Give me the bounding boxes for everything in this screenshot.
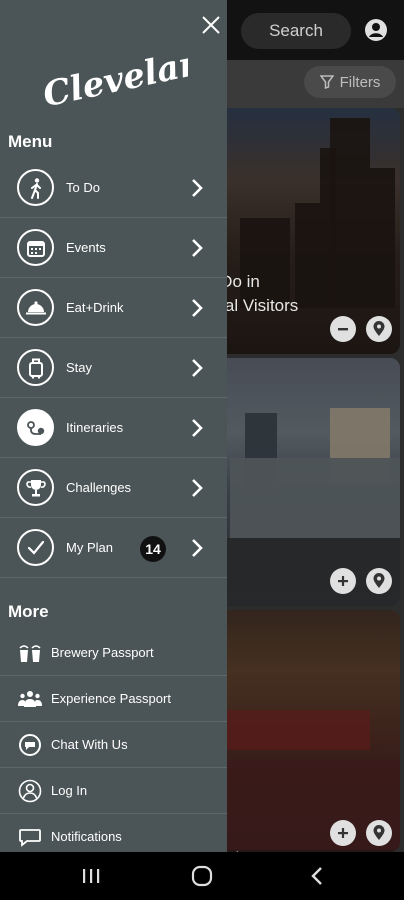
more-item-label: Experience Passport [51,691,171,706]
more-item-label: Notifications [51,829,122,844]
filters-label: Filters [339,73,381,91]
navigation-drawer: Cleveland Menu To Do Events Eat+Drink St… [0,0,227,852]
system-nav-bar [0,852,404,900]
search-label: Search [269,21,323,40]
plus-icon [338,576,348,586]
listing-card[interactable] [200,610,400,852]
menu-section-title: Menu [8,132,53,151]
map-pin-icon [373,573,385,588]
menu-item-challenges[interactable]: Challenges [0,458,227,518]
notification-icon [17,824,43,850]
chat-icon [17,732,43,758]
menu-item-events[interactable]: Events [0,218,227,278]
more-item-experience-passport[interactable]: Experience Passport [0,676,227,722]
cleveland-logo: Cleveland [40,40,188,110]
menu-item-itineraries[interactable]: Itineraries [0,398,227,458]
beer-icon [17,640,43,666]
people-icon [17,686,43,712]
back-icon[interactable] [306,864,330,888]
user-icon [17,778,43,804]
menu-item-label: My Plan [66,540,113,555]
profile-icon[interactable] [364,18,388,42]
remove-from-plan-button[interactable] [330,316,356,342]
more-item-chat-with-us[interactable]: Chat With Us [0,722,227,768]
menu-item-label: Eat+Drink [66,300,124,315]
menu-item-label: Itineraries [66,420,124,435]
trophy-icon [17,469,54,506]
home-icon[interactable] [190,864,214,888]
menu-item-label: Challenges [66,480,132,495]
menu-item-my-plan[interactable]: My Plan 14 [0,518,227,578]
close-icon[interactable] [200,14,222,36]
menu-item-stay[interactable]: Stay [0,338,227,398]
add-to-plan-button[interactable] [330,568,356,594]
chevron-right-icon [192,299,203,317]
chevron-right-icon [192,539,203,557]
svg-text:Cleveland: Cleveland [40,40,188,110]
luggage-icon [17,349,54,386]
filters-button[interactable]: Filters [304,66,396,98]
listing-card[interactable] [200,358,400,606]
calendar-icon [17,229,54,266]
more-item-brewery-passport[interactable]: Brewery Passport [0,630,227,676]
add-to-plan-button[interactable] [330,820,356,846]
chevron-right-icon [192,179,203,197]
minus-icon [338,328,348,331]
more-item-label: Log In [51,783,88,798]
map-pin-icon [373,825,385,840]
chevron-right-icon [192,239,203,257]
more-item-label: Chat With Us [51,737,128,752]
map-pin-button[interactable] [366,316,392,342]
menu-item-label: Stay [66,360,93,375]
map-pin-icon [373,321,385,336]
recent-apps-icon[interactable] [79,864,103,888]
chevron-right-icon [192,479,203,497]
menu-item-to-do[interactable]: To Do [0,158,227,218]
filter-icon [319,75,334,89]
walking-person-icon [17,169,54,206]
chevron-right-icon [192,359,203,377]
search-button[interactable]: Search [241,13,351,49]
more-section-title: More [8,602,49,621]
more-item-log-in[interactable]: Log In [0,768,227,814]
my-plan-count-badge: 14 [140,536,166,562]
plus-icon [338,828,348,838]
menu-item-label: To Do [66,180,100,195]
checkmark-icon [17,529,54,566]
menu-item-eat-drink[interactable]: Eat+Drink [0,278,227,338]
chevron-right-icon [192,419,203,437]
map-pin-button[interactable] [366,568,392,594]
map-pin-button[interactable] [366,820,392,846]
more-item-label: Brewery Passport [51,645,154,660]
route-icon [17,409,54,446]
menu-item-label: Events [66,240,106,255]
listing-card[interactable]: o Do in onal Visitors [200,108,400,354]
cloche-icon [17,289,54,326]
